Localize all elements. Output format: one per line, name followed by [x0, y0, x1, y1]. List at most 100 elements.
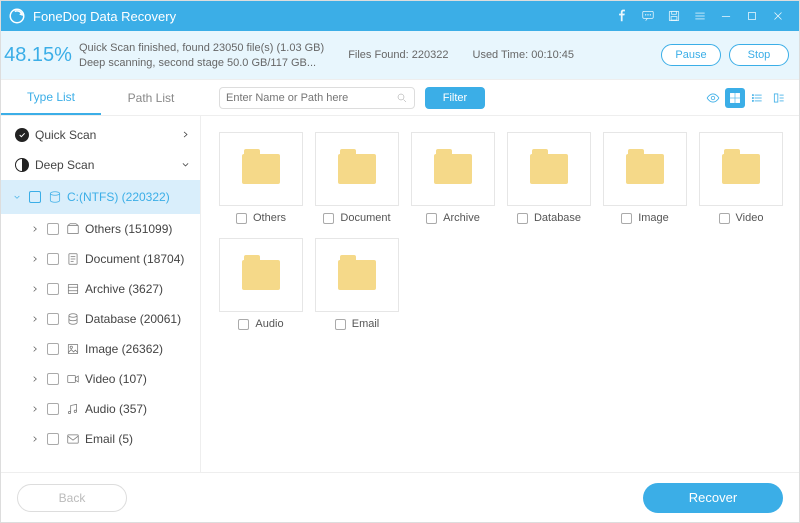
- checkbox[interactable]: [238, 319, 249, 330]
- minimize-icon[interactable]: [713, 1, 739, 31]
- chevron-right-icon: [29, 405, 41, 413]
- preview-toggle-icon[interactable]: [703, 88, 723, 108]
- category-icon: [65, 342, 81, 356]
- checkbox[interactable]: [47, 253, 59, 265]
- status-bar: 48.15% Quick Scan finished, found 23050 …: [1, 31, 799, 79]
- checkbox[interactable]: [47, 313, 59, 325]
- view-grid-icon[interactable]: [725, 88, 745, 108]
- save-icon[interactable]: [661, 1, 687, 31]
- stop-button[interactable]: Stop: [729, 44, 789, 66]
- folder-card[interactable]: Others: [219, 132, 303, 224]
- tree-item-label: Video (107): [85, 372, 147, 386]
- tree-item[interactable]: Others (151099): [1, 214, 200, 244]
- file-grid: OthersDocumentArchiveDatabaseImageVideo …: [201, 116, 799, 472]
- search-icon: [396, 92, 408, 104]
- view-list-icon[interactable]: [747, 88, 767, 108]
- maximize-icon[interactable]: [739, 1, 765, 31]
- folder-icon: [338, 154, 376, 184]
- menu-icon[interactable]: [687, 1, 713, 31]
- check-circle-icon: [15, 128, 29, 142]
- tree-quick-scan[interactable]: Quick Scan: [1, 120, 200, 150]
- checkbox[interactable]: [426, 213, 437, 224]
- folder-icon: [530, 154, 568, 184]
- folder-thumb: [411, 132, 495, 206]
- progress-circle-icon: [15, 158, 29, 172]
- folder-thumb: [315, 238, 399, 312]
- tree-item-label: Database (20061): [85, 312, 181, 326]
- folder-card[interactable]: Image: [603, 132, 687, 224]
- folder-icon: [338, 260, 376, 290]
- category-icon: [65, 252, 81, 266]
- tree-drive[interactable]: C:(NTFS) (220322): [1, 180, 200, 214]
- folder-icon: [242, 260, 280, 290]
- back-button[interactable]: Back: [17, 484, 127, 512]
- tree-item-label: Audio (357): [85, 402, 147, 416]
- category-icon: [65, 312, 81, 326]
- tree-drive-label: C:(NTFS) (220322): [67, 190, 170, 204]
- search-box[interactable]: [219, 87, 415, 109]
- facebook-icon[interactable]: [609, 1, 635, 31]
- chevron-down-icon: [11, 193, 23, 201]
- chevron-right-icon: [29, 435, 41, 443]
- folder-thumb: [219, 132, 303, 206]
- folder-label: Database: [534, 212, 581, 224]
- folder-label: Archive: [443, 212, 480, 224]
- folder-thumb: [603, 132, 687, 206]
- folder-label: Document: [340, 212, 390, 224]
- checkbox[interactable]: [47, 433, 59, 445]
- view-detail-icon[interactable]: [769, 88, 789, 108]
- checkbox[interactable]: [47, 343, 59, 355]
- list-tabs: Type List Path List: [1, 80, 201, 115]
- tree-item[interactable]: Document (18704): [1, 244, 200, 274]
- tree-item[interactable]: Archive (3627): [1, 274, 200, 304]
- scan-percent: 48.15%: [1, 44, 75, 67]
- filter-button[interactable]: Filter: [425, 87, 485, 109]
- tree-deep-scan[interactable]: Deep Scan: [1, 150, 200, 180]
- checkbox[interactable]: [29, 191, 41, 203]
- tree-item-label: Image (26362): [85, 342, 163, 356]
- folder-label: Image: [638, 212, 669, 224]
- chevron-right-icon: [181, 128, 190, 142]
- tree-item-label: Others (151099): [85, 222, 172, 236]
- checkbox[interactable]: [621, 213, 632, 224]
- checkbox[interactable]: [47, 223, 59, 235]
- subheader: Type List Path List Filter: [1, 80, 799, 116]
- recover-button[interactable]: Recover: [643, 483, 783, 513]
- tab-path-list[interactable]: Path List: [101, 80, 201, 115]
- folder-label: Audio: [255, 318, 283, 330]
- title-bar: FoneDog Data Recovery: [1, 1, 799, 31]
- tree-item[interactable]: Audio (357): [1, 394, 200, 424]
- checkbox[interactable]: [236, 213, 247, 224]
- folder-card[interactable]: Archive: [411, 132, 495, 224]
- checkbox[interactable]: [719, 213, 730, 224]
- tree-item[interactable]: Image (26362): [1, 334, 200, 364]
- folder-card[interactable]: Audio: [219, 238, 303, 330]
- tab-type-list[interactable]: Type List: [1, 80, 101, 115]
- folder-label: Email: [352, 318, 380, 330]
- footer: Back Recover: [1, 472, 799, 522]
- tree-deep-label: Deep Scan: [35, 158, 94, 172]
- feedback-icon[interactable]: [635, 1, 661, 31]
- folder-card[interactable]: Database: [507, 132, 591, 224]
- folder-thumb: [315, 132, 399, 206]
- files-found: Files Found: 220322: [348, 49, 448, 61]
- sidebar-tree: Quick Scan Deep Scan C:(NTFS) (220322) O…: [1, 116, 201, 472]
- close-icon[interactable]: [765, 1, 791, 31]
- tree-item[interactable]: Database (20061): [1, 304, 200, 334]
- folder-card[interactable]: Video: [699, 132, 783, 224]
- folder-label: Video: [736, 212, 764, 224]
- checkbox[interactable]: [47, 373, 59, 385]
- checkbox[interactable]: [335, 319, 346, 330]
- chevron-right-icon: [29, 255, 41, 263]
- tree-item[interactable]: Email (5): [1, 424, 200, 454]
- checkbox[interactable]: [47, 403, 59, 415]
- folder-thumb: [507, 132, 591, 206]
- checkbox[interactable]: [323, 213, 334, 224]
- folder-card[interactable]: Email: [315, 238, 399, 330]
- folder-card[interactable]: Document: [315, 132, 399, 224]
- checkbox[interactable]: [517, 213, 528, 224]
- tree-item[interactable]: Video (107): [1, 364, 200, 394]
- search-input[interactable]: [226, 92, 396, 104]
- pause-button[interactable]: Pause: [661, 44, 721, 66]
- checkbox[interactable]: [47, 283, 59, 295]
